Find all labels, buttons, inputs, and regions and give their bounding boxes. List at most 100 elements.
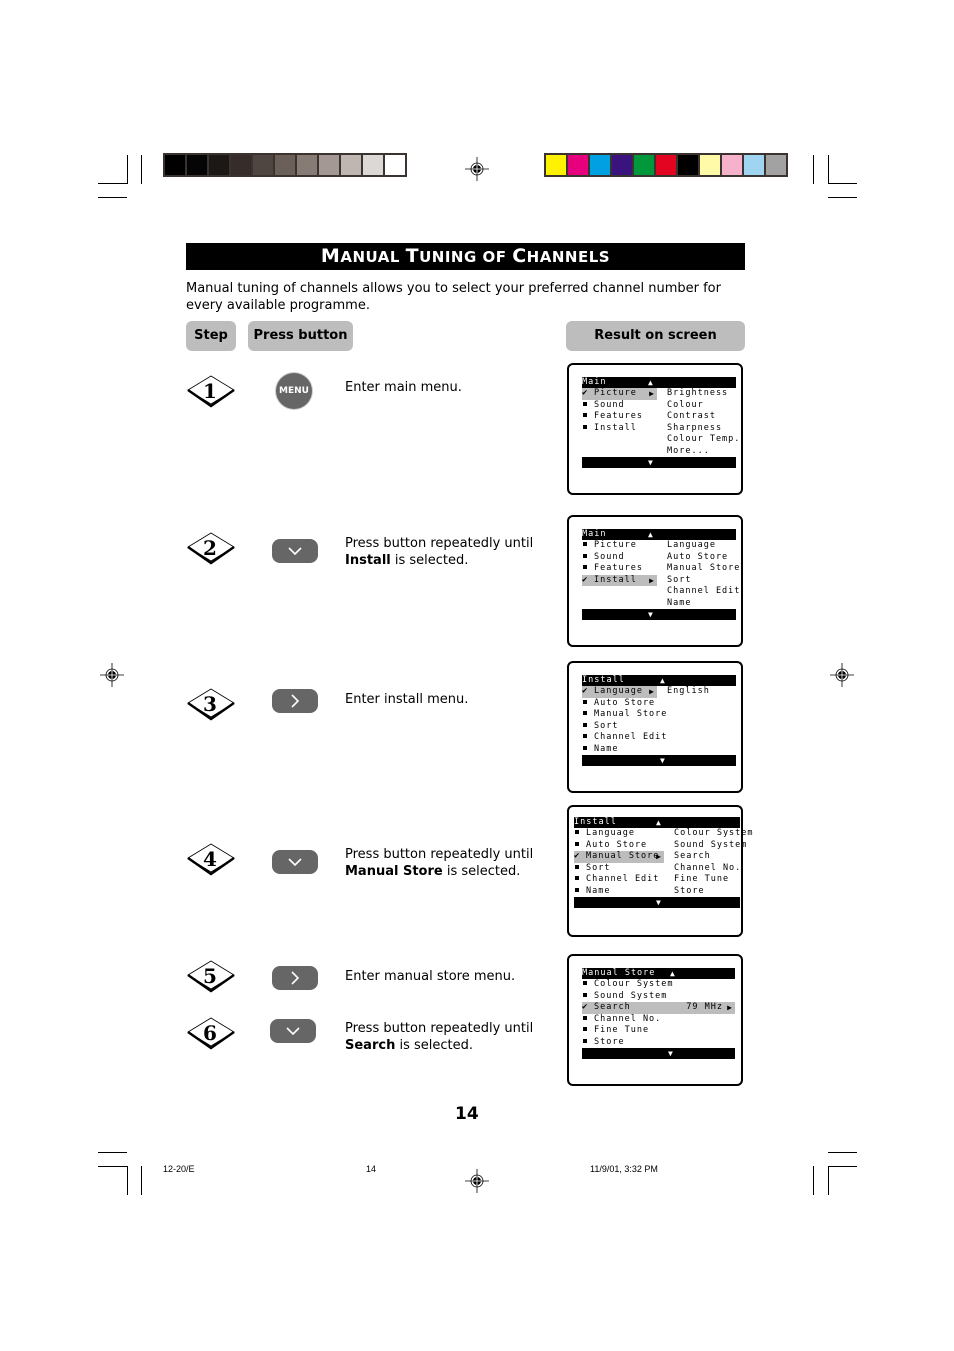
footer-doc-code: 12-20/E	[163, 1164, 195, 1174]
osd-submenu-item: Sharpness	[667, 422, 723, 433]
osd-row: ✔ Install ▶ Sort	[582, 574, 736, 586]
colour-swatch	[678, 155, 698, 175]
osd-item: Colour System	[582, 979, 735, 991]
osd-submenu-item: Store	[674, 885, 705, 896]
osd-footer-bar: ▼	[582, 1048, 735, 1059]
osd-submenu-item: Colour System	[674, 828, 754, 838]
crop-mark	[828, 155, 829, 184]
osd-footer-bar: ▼	[582, 609, 736, 620]
intro-text: Manual tuning of channels allows you to …	[186, 281, 721, 313]
step-number: 1	[203, 379, 217, 403]
osd-item-label: Name	[586, 885, 611, 896]
bullet-icon	[583, 553, 587, 558]
step-number: 5	[203, 964, 217, 988]
osd-submenu-item: Fine Tune	[674, 874, 730, 884]
crop-mark	[828, 197, 857, 198]
step-3-text: Enter install menu.	[345, 692, 469, 707]
osd-row: Features Manual Store	[582, 563, 739, 575]
crop-mark	[828, 1166, 829, 1195]
colour-swatch	[385, 155, 405, 175]
osd-screen-main-install: Main ▲ Picture Language Sound Auto Store Featu…	[567, 515, 743, 647]
cursor-down-button[interactable]	[272, 850, 318, 874]
osd-item-label: Features	[594, 563, 643, 573]
submenu-arrow-icon: ▶	[649, 687, 655, 696]
crop-mark	[127, 155, 128, 184]
down-arrow-icon: ▼	[656, 898, 662, 907]
crop-mark	[828, 1152, 857, 1153]
colour-swatch	[253, 155, 273, 175]
osd-header-title: Main	[582, 377, 607, 387]
bullet-icon	[583, 981, 587, 985]
colour-swatch	[275, 155, 295, 175]
step-number-badge: 2	[186, 530, 236, 566]
checkmark-icon: ✔	[574, 851, 581, 861]
chevron-down-icon	[288, 546, 302, 555]
osd-item-label: Picture	[594, 388, 637, 398]
osd-row: Store	[582, 1037, 735, 1049]
crop-mark	[127, 1166, 128, 1195]
osd-submenu-item: Channel No.	[674, 862, 742, 873]
colour-swatch	[319, 155, 339, 175]
osd-header-bar: Install ▲	[582, 675, 736, 686]
crop-mark	[98, 197, 127, 198]
osd-row: More...	[582, 446, 736, 458]
bullet-icon	[583, 711, 587, 715]
osd-submenu-item: Contrast	[667, 411, 716, 421]
checkmark-icon: ✔	[582, 388, 589, 398]
osd-row: Fine Tune	[582, 1025, 735, 1037]
bullet-icon	[583, 565, 587, 569]
submenu-arrow-icon: ▶	[727, 1003, 733, 1012]
osd-row: Features Contrast	[582, 411, 736, 423]
menu-button[interactable]: MENU	[276, 373, 312, 409]
cursor-down-button[interactable]	[270, 1019, 316, 1043]
osd-row: Sound System	[582, 991, 735, 1003]
osd-submenu-item: Manual Store	[667, 563, 741, 573]
header-result-on-screen: Result on screen	[566, 321, 745, 351]
submenu-arrow-icon: ▶	[649, 575, 655, 585]
osd-item: Sound	[582, 400, 657, 412]
osd-header-bar: Manual Store ▲	[582, 968, 735, 979]
osd-item: Channel No.	[582, 1014, 735, 1026]
step-number-badge: 3	[186, 686, 236, 722]
colour-swatch	[209, 155, 229, 175]
registration-mark-icon	[465, 1169, 489, 1193]
osd-row: Channel Edit	[582, 586, 739, 598]
osd-item-label: Manual Store	[594, 709, 668, 719]
step-number: 2	[203, 536, 217, 560]
osd-row: Channel Edit	[582, 732, 736, 744]
crop-mark	[98, 1152, 127, 1153]
osd-row: ✔ Search 79 MHz ▶	[582, 1002, 735, 1014]
colour-swatch	[231, 155, 251, 175]
down-arrow-icon: ▼	[648, 458, 654, 467]
osd-item-label: Language	[594, 686, 643, 696]
osd-submenu-item: English	[667, 686, 710, 696]
osd-item-label: Features	[594, 411, 643, 421]
osd-header-title: Install	[582, 675, 625, 685]
cursor-right-button[interactable]	[272, 689, 318, 713]
bullet-icon	[575, 830, 579, 834]
step-number-badge: 5	[186, 958, 236, 994]
cursor-right-button[interactable]	[272, 966, 318, 990]
step-1-text: Enter main menu.	[345, 380, 462, 395]
up-arrow-icon: ▲	[660, 676, 666, 685]
chevron-right-icon	[290, 694, 299, 708]
osd-header-bar: Main ▲	[582, 529, 736, 540]
colour-swatch	[656, 155, 676, 175]
osd-row: Sound Auto Store	[582, 552, 736, 564]
osd-submenu-item: Colour	[667, 399, 704, 410]
up-arrow-icon: ▲	[670, 969, 676, 978]
title-word: CHANNELS	[512, 245, 611, 267]
osd-submenu-item: Sound System	[674, 839, 748, 850]
osd-submenu-item: Auto Store	[667, 551, 729, 562]
osd-row: ✔ Language ▶ English	[582, 686, 736, 698]
osd-row: Channel No.	[582, 1014, 735, 1026]
bullet-icon	[575, 841, 579, 846]
osd-item-label: Colour System	[594, 979, 674, 989]
step-5-text: Enter manual store menu.	[345, 969, 516, 984]
colour-swatch	[634, 155, 654, 175]
osd-row: ✔ Picture ▶ Brightness	[582, 388, 736, 400]
bullet-icon	[575, 876, 579, 880]
footer-page: 14	[366, 1164, 377, 1174]
cursor-down-button[interactable]	[272, 539, 318, 563]
osd-header-bar: Main ▲	[582, 377, 736, 388]
